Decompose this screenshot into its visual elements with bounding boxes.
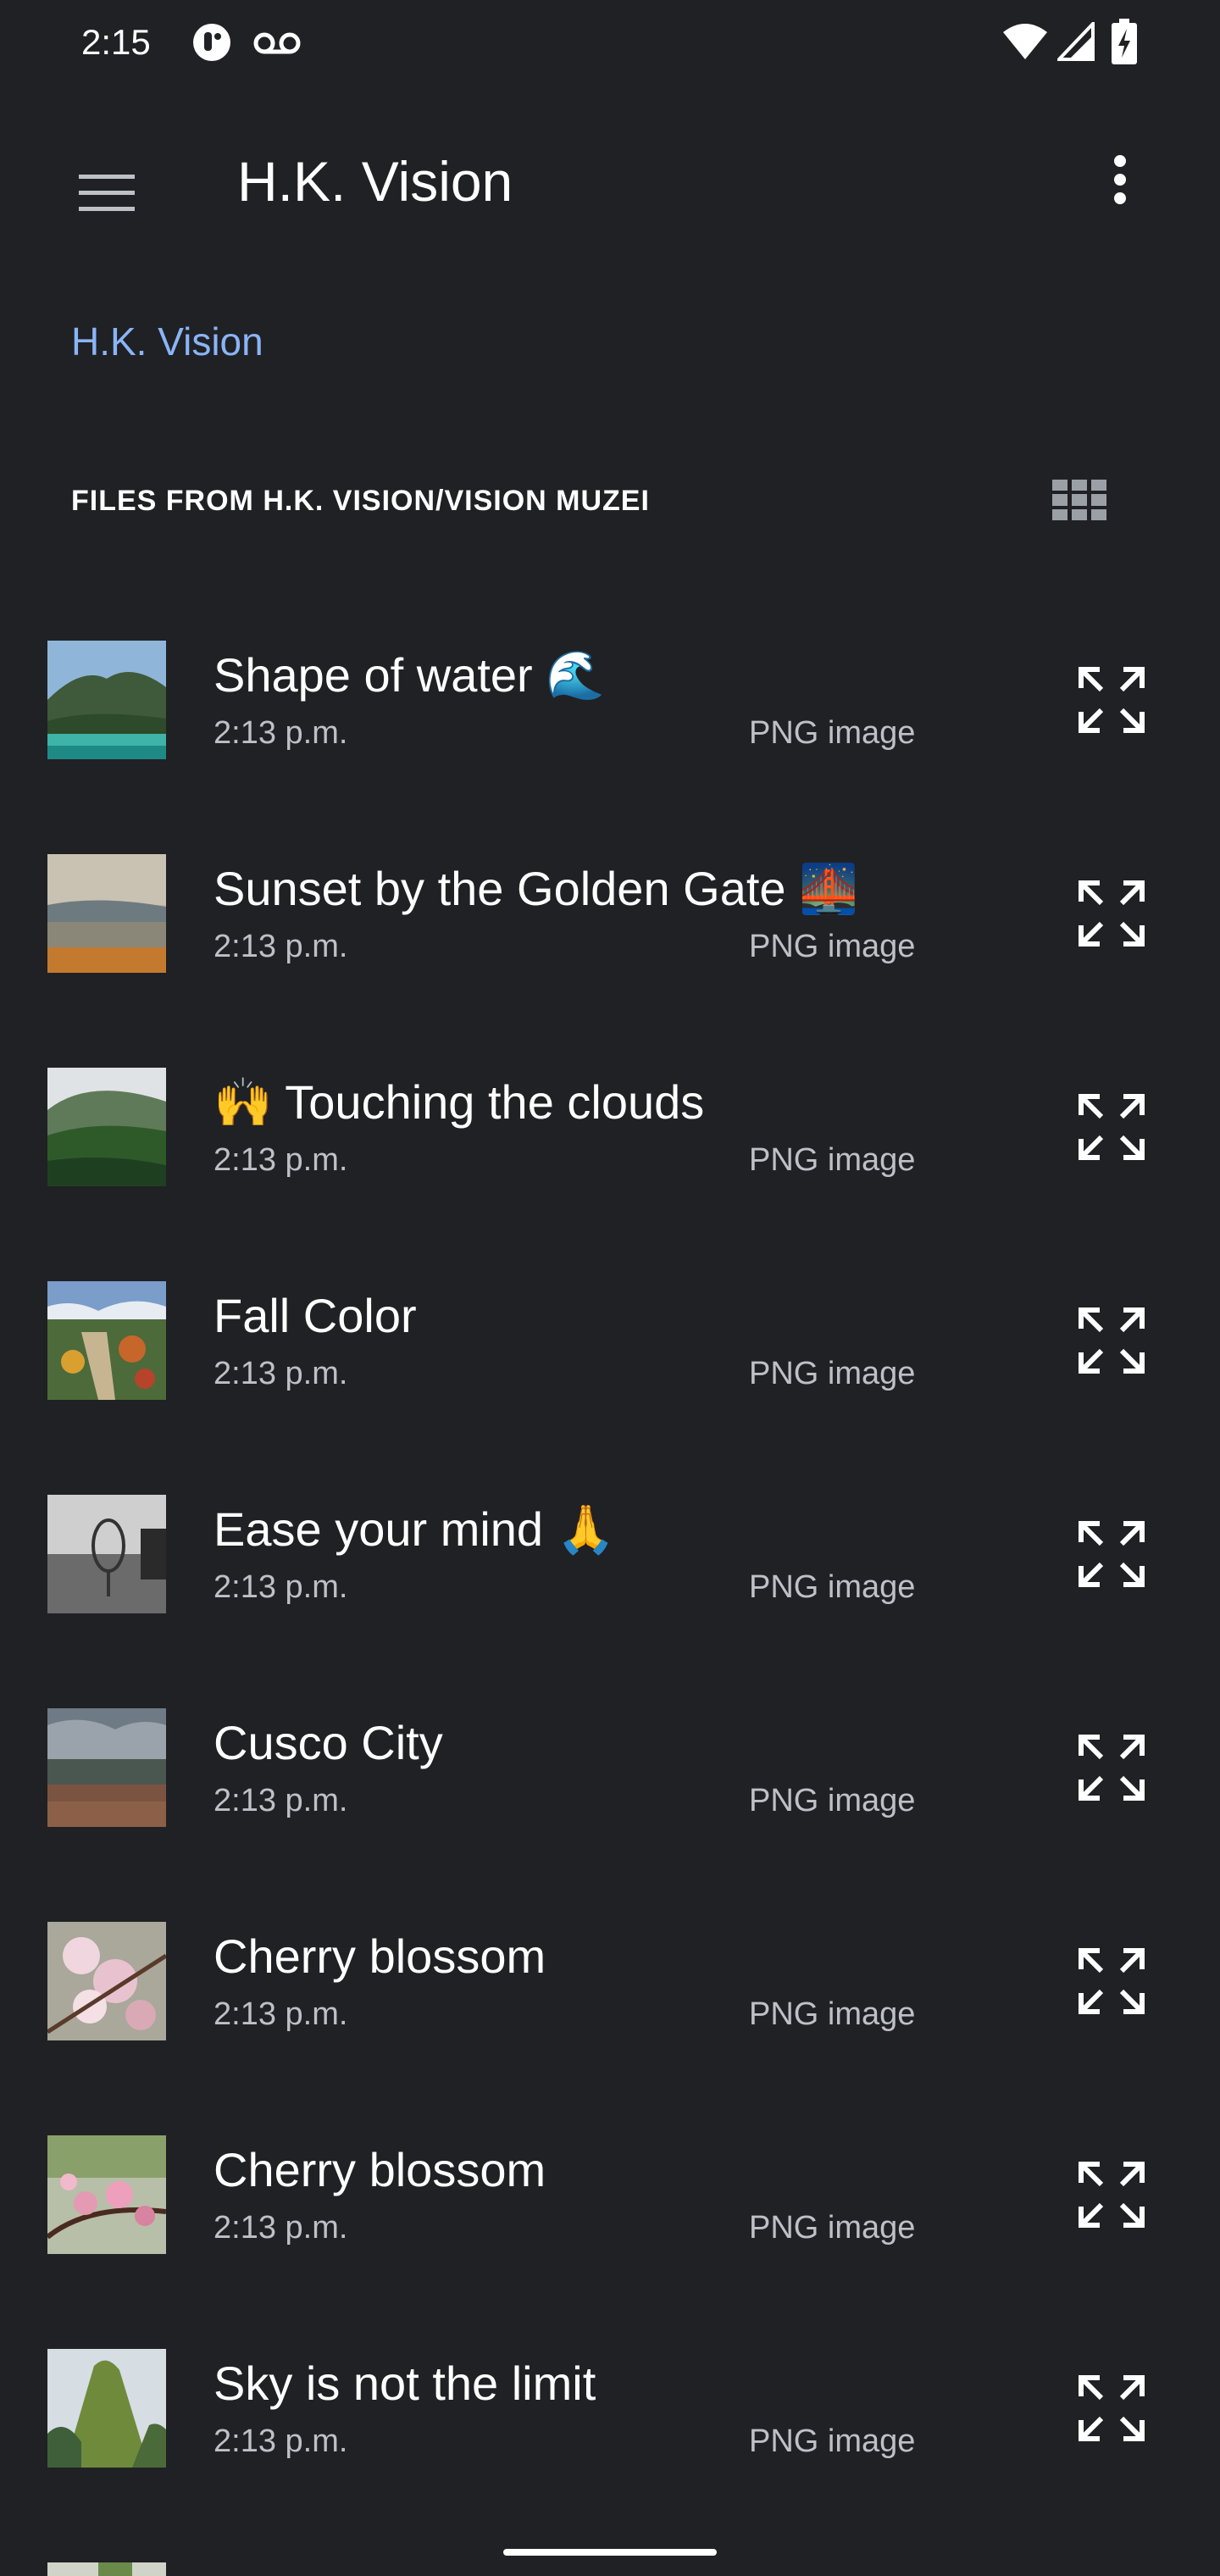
fullscreen-icon[interactable] bbox=[1073, 2369, 1151, 2447]
file-time: 2:13 p.m. bbox=[214, 715, 348, 751]
file-time: 2:13 p.m. bbox=[214, 2210, 348, 2246]
cellular-signal-icon bbox=[1055, 19, 1095, 65]
wifi-icon bbox=[1001, 22, 1049, 65]
section-header: FILES FROM H.K. VISION/VISION MUZEI bbox=[71, 485, 650, 517]
beach-sunset-thumbnail bbox=[47, 854, 166, 973]
file-type: PNG image bbox=[749, 1996, 916, 2032]
list-item[interactable]: Fall Color 2:13 p.m. PNG image bbox=[0, 1234, 1220, 1447]
notification-icon bbox=[190, 20, 234, 69]
list-item[interactable]: Cherry blossom 2:13 p.m. PNG image bbox=[0, 2088, 1220, 2301]
file-type: PNG image bbox=[749, 1569, 916, 1605]
file-type: PNG image bbox=[749, 2423, 916, 2459]
file-type: PNG image bbox=[749, 1142, 916, 1178]
autumn-valley-thumbnail bbox=[47, 1281, 166, 1400]
file-time: 2:13 p.m. bbox=[214, 1356, 348, 1391]
file-name: Sunset by the Golden Gate 🌉 bbox=[214, 862, 858, 915]
file-time: 2:13 p.m. bbox=[214, 2423, 348, 2459]
fullscreen-icon[interactable] bbox=[1073, 1942, 1151, 2020]
mountain-lake-thumbnail bbox=[47, 641, 166, 759]
cherry-branch-thumbnail bbox=[47, 2135, 166, 2254]
file-type: PNG image bbox=[749, 1356, 916, 1391]
app-bar: H.K. Vision bbox=[0, 88, 1220, 271]
status-time: 2:15 bbox=[81, 22, 151, 62]
fullscreen-icon[interactable] bbox=[1073, 2156, 1151, 2234]
battery-charging-icon bbox=[1110, 19, 1139, 70]
more-vert-icon[interactable] bbox=[1084, 144, 1156, 215]
forest-clouds-thumbnail bbox=[47, 1068, 166, 1186]
list-item[interactable]: Sunset by the Golden Gate 🌉 2:13 p.m. PN… bbox=[0, 807, 1220, 1020]
partial-thumbnail bbox=[47, 2562, 166, 2576]
fullscreen-icon[interactable] bbox=[1073, 1515, 1151, 1593]
file-list: Shape of water 🌊 2:13 p.m. PNG image Sun… bbox=[0, 593, 1220, 2515]
cherry-blossom-thumbnail bbox=[47, 1922, 166, 2040]
file-name: Sky is not the limit bbox=[214, 2357, 596, 2410]
fullscreen-icon[interactable] bbox=[1073, 1088, 1151, 1166]
file-time: 2:13 p.m. bbox=[214, 1569, 348, 1605]
file-time: 2:13 p.m. bbox=[214, 1996, 348, 2032]
file-name: Shape of water 🌊 bbox=[214, 648, 605, 702]
file-time: 2:13 p.m. bbox=[214, 929, 348, 964]
fullscreen-icon[interactable] bbox=[1073, 1729, 1151, 1807]
hamburger-menu-icon[interactable] bbox=[71, 158, 142, 229]
file-name: Fall Color bbox=[214, 1289, 417, 1342]
list-item[interactable]: Sky is not the limit 2:13 p.m. PNG image bbox=[0, 2301, 1220, 2515]
list-item[interactable]: 🙌 Touching the clouds 2:13 p.m. PNG imag… bbox=[0, 1020, 1220, 1234]
list-item[interactable]: Shape of water 🌊 2:13 p.m. PNG image bbox=[0, 593, 1220, 807]
file-name: Cherry blossom bbox=[214, 1929, 546, 1983]
file-name: Ease your mind 🙏 bbox=[214, 1502, 616, 1556]
list-item[interactable]: Ease your mind 🙏 2:13 p.m. PNG image bbox=[0, 1447, 1220, 1661]
voicemail-icon bbox=[252, 29, 302, 62]
fullscreen-icon[interactable] bbox=[1073, 661, 1151, 739]
list-item[interactable]: Cherry blossom 2:13 p.m. PNG image bbox=[0, 1874, 1220, 2088]
file-type: PNG image bbox=[749, 715, 916, 751]
status-bar: 2:15 bbox=[0, 0, 1220, 88]
fullscreen-icon[interactable] bbox=[1073, 1302, 1151, 1380]
file-name: 🙌 Touching the clouds bbox=[214, 1075, 705, 1129]
list-item[interactable]: Cusco City 2:13 p.m. PNG image bbox=[0, 1661, 1220, 1874]
green-peak-thumbnail bbox=[47, 2349, 166, 2468]
city-clouds-thumbnail bbox=[47, 1708, 166, 1827]
fullscreen-icon[interactable] bbox=[1073, 874, 1151, 952]
file-type: PNG image bbox=[749, 1783, 916, 1818]
breadcrumb[interactable]: H.K. Vision bbox=[71, 319, 263, 364]
file-name: Cherry blossom bbox=[214, 2143, 546, 2196]
app-title: H.K. Vision bbox=[237, 150, 513, 213]
file-name: Cusco City bbox=[214, 1716, 443, 1769]
home-gesture-bar[interactable] bbox=[503, 2549, 717, 2556]
black-white-glass-thumbnail bbox=[47, 1495, 166, 1613]
grid-view-icon[interactable] bbox=[1040, 468, 1118, 532]
file-type: PNG image bbox=[749, 2210, 916, 2246]
file-type: PNG image bbox=[749, 929, 916, 964]
file-time: 2:13 p.m. bbox=[214, 1142, 348, 1178]
file-time: 2:13 p.m. bbox=[214, 1783, 348, 1818]
